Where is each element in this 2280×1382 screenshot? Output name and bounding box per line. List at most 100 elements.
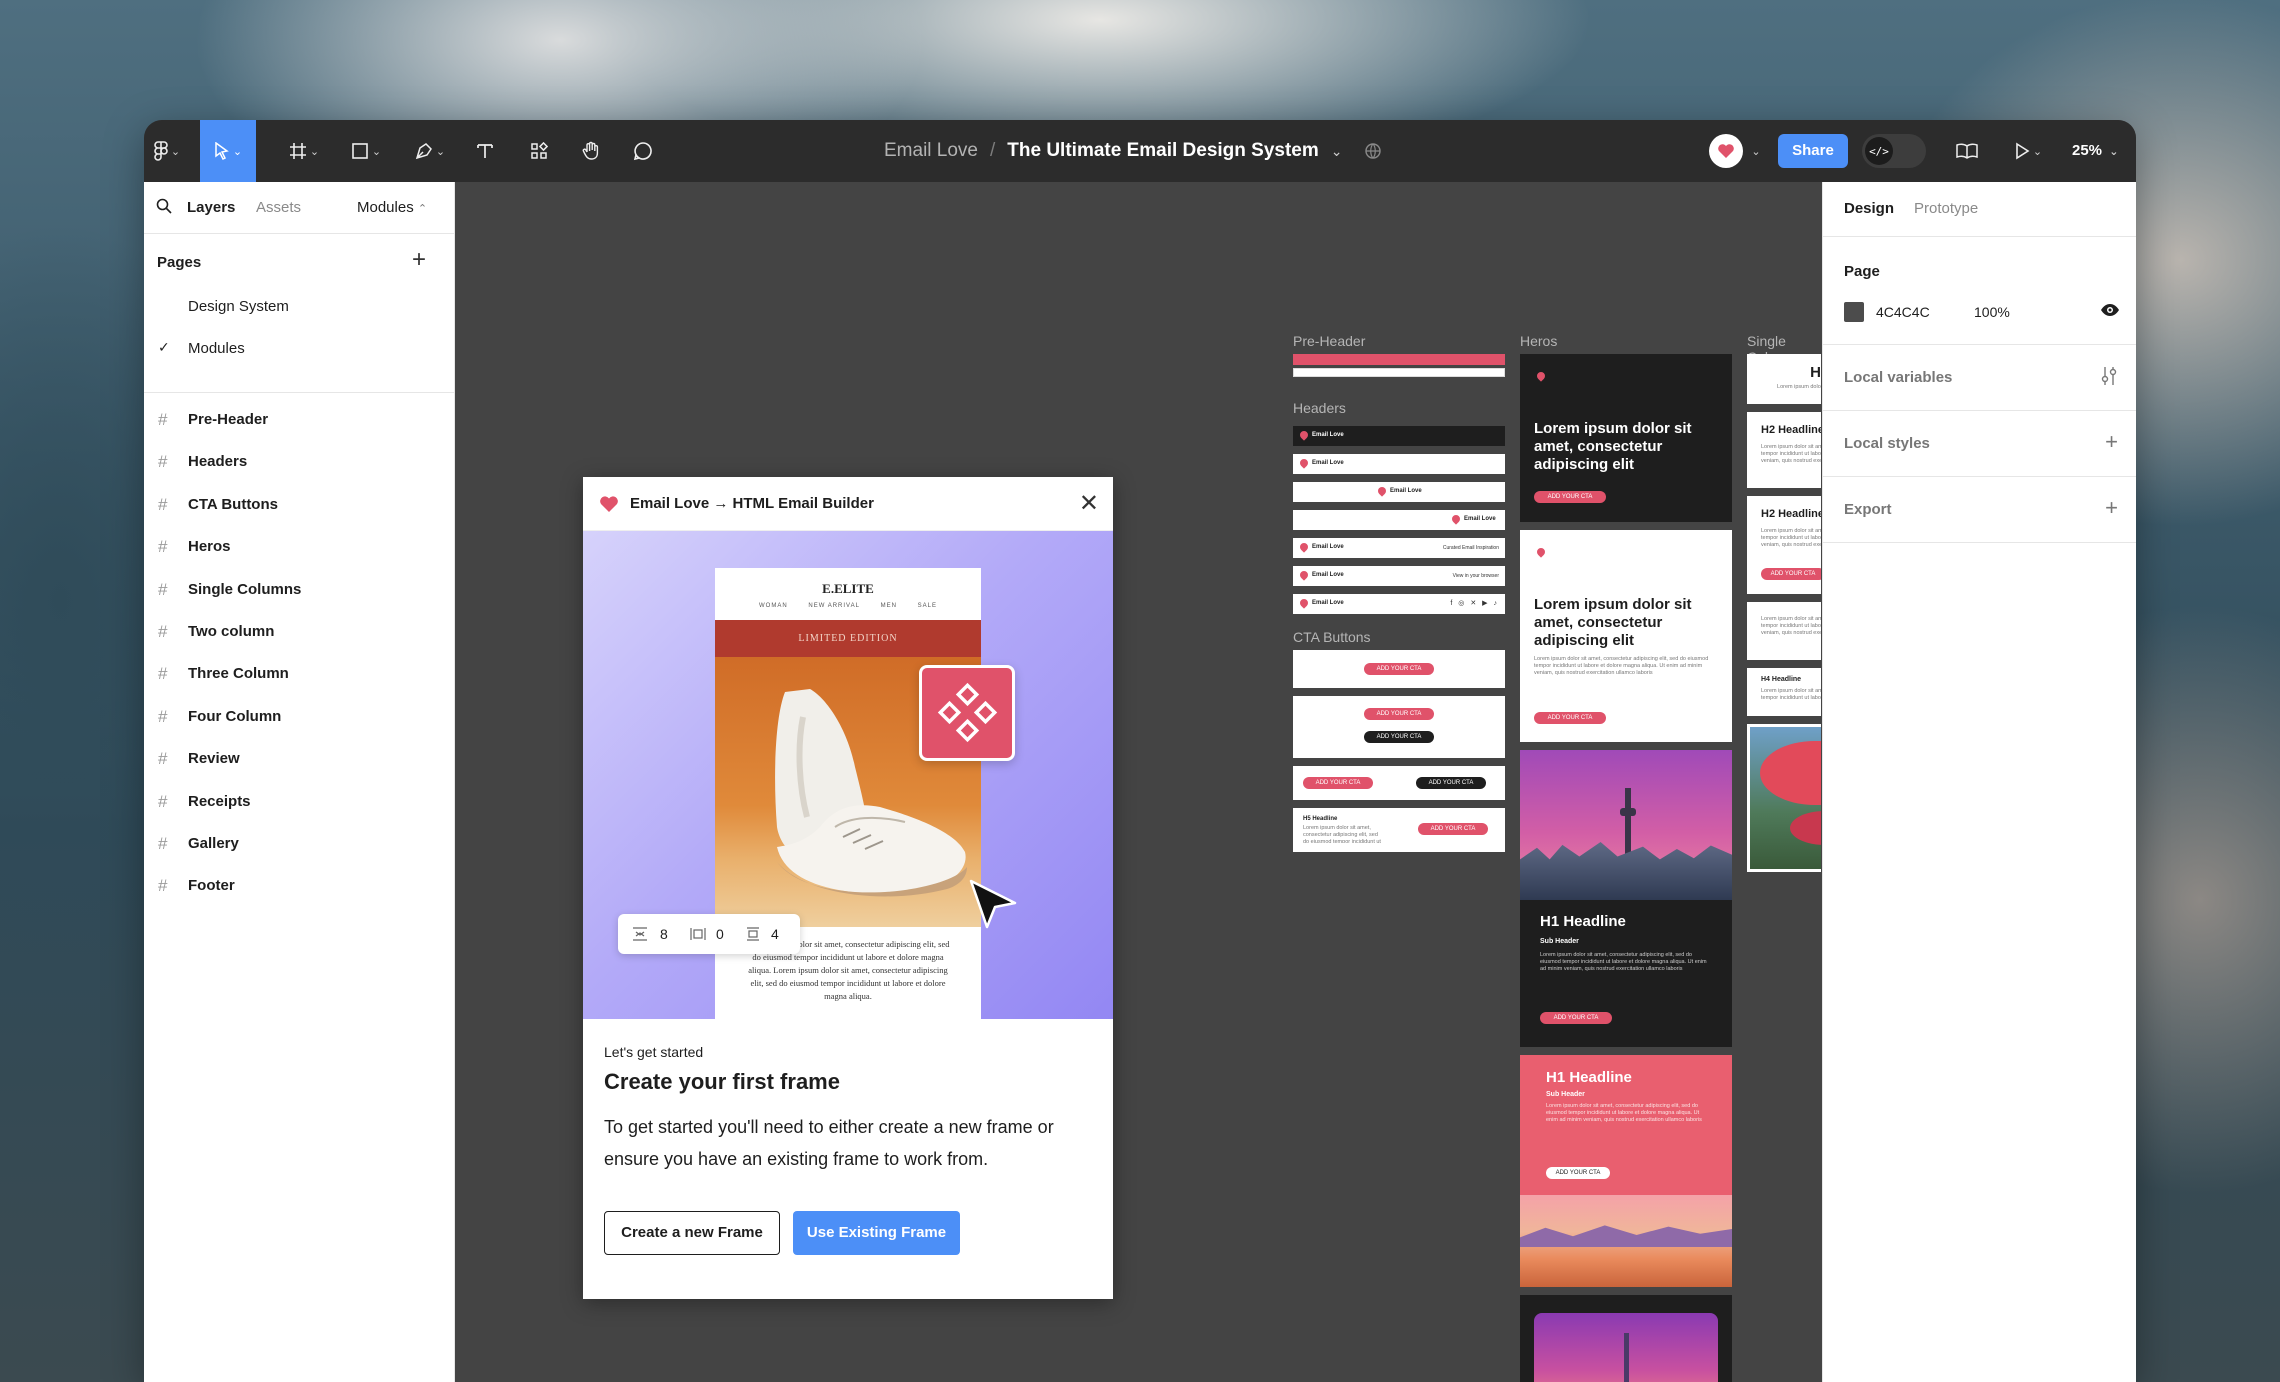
layer-four-column[interactable]: # Four Column [144,696,454,738]
layer-label: Four Column [188,707,282,725]
dev-mode-toggle[interactable]: </> [1862,134,1926,168]
header-thumb[interactable]: Email Love Curated Email Inspiration [1293,538,1505,558]
header-thumb[interactable]: Email Love View in your browser [1293,566,1505,586]
tab-layers[interactable]: Layers [187,199,235,216]
single-column-thumb[interactable]: H4 Headline Lorem ipsum dolor sit amet, … [1747,668,1821,716]
pre-header-thumb-pink[interactable] [1293,354,1505,365]
frame-label-pre-header[interactable]: Pre-Header [1293,333,1365,349]
share-button[interactable]: Share [1778,134,1848,168]
layer-heros[interactable]: # Heros [144,526,454,568]
padding-icon [690,927,706,944]
frame-icon: # [158,410,168,429]
add-page-icon[interactable]: + [412,246,426,274]
single-column-thumb[interactable]: Lorem ipsum dolor sit amet, consectetur … [1747,602,1821,660]
hero-thumb-desert[interactable]: H1 Headline Sub Header Lorem ipsum dolor… [1520,1055,1732,1287]
figma-menu-icon[interactable]: ⌄ [150,120,184,182]
cta-thumb[interactable]: ADD YOUR CTA ADD YOUR CTA [1293,696,1505,758]
text-tool-icon[interactable] [470,120,500,182]
tab-assets[interactable]: Assets [256,199,301,216]
page-color-opacity[interactable]: 100% [1974,304,2010,320]
present-icon[interactable]: ⌄ [2008,120,2048,182]
pre-header-thumb-white[interactable] [1293,368,1505,377]
single-column-thumb[interactable]: H1 Headline Lorem ipsum dolor sit amet, … [1747,354,1821,404]
single-column-thumb[interactable]: H2 Headline Lorem ipsum dolor sit amet, … [1747,496,1821,594]
tree-shape [1760,741,1821,805]
hand-tool-icon[interactable] [576,120,606,182]
hero-thumb-city[interactable]: H1 Headline Sub Header Lorem ipsum dolor… [1520,750,1732,1047]
canvas[interactable]: Pre-Header Headers CTA Buttons Heros Sin… [456,182,1821,1382]
hero-thumb-light[interactable]: Lorem ipsum dolor sit amet, consectetur … [1520,530,1732,742]
add-style-icon[interactable]: + [2105,429,2118,455]
zoom-value: 25% [2072,142,2103,159]
use-existing-frame-button[interactable]: Use Existing Frame [793,1211,960,1255]
page-color-hex[interactable]: 4C4C4C [1876,304,1930,320]
shape-tool-icon[interactable]: ⌄ [344,120,388,182]
file-title[interactable]: Email Love / The Ultimate Email Design S… [884,120,1343,182]
frame-label-cta-buttons[interactable]: CTA Buttons [1293,629,1371,645]
header-thumb[interactable]: Email Love [1293,482,1505,502]
comment-tool-icon[interactable] [628,120,658,182]
layer-receipts[interactable]: # Receipts [144,781,454,823]
hero-thumb-partial[interactable] [1520,1295,1732,1382]
layer-review[interactable]: # Review [144,738,454,780]
page-item-modules[interactable]: ✓ Modules [144,328,454,370]
export-row[interactable]: Export + [1823,477,2136,542]
cta-thumb[interactable]: ADD YOUR CTA ADD YOUR CTA [1293,766,1505,800]
create-new-frame-button[interactable]: Create a new Frame [604,1211,780,1255]
header-thumb[interactable]: Email Love [1293,454,1505,474]
layer-pre-header[interactable]: # Pre-Header [144,399,454,441]
pen-tool-icon[interactable]: ⌄ [408,120,452,182]
close-icon[interactable]: ✕ [1079,489,1099,518]
layer-label: Headers [188,453,248,471]
globe-icon[interactable] [1358,120,1388,182]
eye-icon[interactable] [2100,303,2120,322]
garden-image-thumb[interactable] [1747,724,1821,872]
local-variables-label: Local variables [1844,369,1953,386]
chevron-down-icon[interactable]: ⌄ [1331,143,1343,160]
tab-design[interactable]: Design [1844,200,1894,217]
move-tool-icon[interactable]: ⌄ [200,120,256,182]
frame-tool-icon[interactable]: ⌄ [282,120,326,182]
email-nav-item: MEN [880,603,897,609]
variables-settings-icon[interactable] [2100,366,2118,392]
layer-single-columns[interactable]: # Single Columns [144,569,454,611]
chevron-up-icon: ⌃ [417,203,428,215]
heart-logo-icon [599,495,619,518]
header-logo-text: Email Love [1312,460,1344,466]
layer-two-column[interactable]: # Two column [144,611,454,653]
page-item-design-system[interactable]: Design System [144,286,454,328]
layer-cta-buttons[interactable]: # CTA Buttons [144,484,454,526]
plugin-avatar-icon[interactable]: ⌄ [1700,120,1770,182]
modal-hero-illustration: E.ELITE WOMAN NEW ARRIVAL MEN SALE LIMIT… [583,531,1113,1019]
left-panel-tabs: Layers Assets Modules ⌃ [144,182,454,234]
export-label: Export [1844,501,1892,518]
header-thumb[interactable]: Email Love [1293,426,1505,446]
header-thumb[interactable]: Email Love [1293,510,1505,530]
project-name[interactable]: Email Love [884,140,978,162]
search-icon[interactable] [156,198,172,218]
frame-label-heros[interactable]: Heros [1520,333,1557,349]
library-icon[interactable] [1950,120,1984,182]
header-thumb[interactable]: Email Love f ◎ ✕ ▶ ♪ [1293,594,1505,614]
local-styles-row[interactable]: Local styles + [1823,411,2136,476]
layer-gallery[interactable]: # Gallery [144,823,454,865]
header-logo-text: Email Love [1390,488,1422,494]
heart-logo-icon [1377,487,1387,496]
single-column-thumb[interactable]: H2 Headline Lorem ipsum dolor sit amet, … [1747,412,1821,488]
layer-footer[interactable]: # Footer [144,865,454,907]
cta-thumb[interactable]: H5 Headline Lorem ipsum dolor sit amet, … [1293,808,1505,852]
add-export-icon[interactable]: + [2105,495,2118,521]
frame-label-headers[interactable]: Headers [1293,400,1346,416]
hero-thumb-dark[interactable]: Lorem ipsum dolor sit amet, consectetur … [1520,354,1732,522]
page-selector[interactable]: Modules ⌃ [357,199,427,216]
layer-three-column[interactable]: # Three Column [144,653,454,695]
cta-thumb[interactable]: ADD YOUR CTA [1293,650,1505,688]
resources-icon[interactable] [524,120,554,182]
layer-headers[interactable]: # Headers [144,441,454,483]
heart-logo-icon [1299,543,1309,552]
local-variables-row[interactable]: Local variables [1823,345,2136,410]
tab-prototype[interactable]: Prototype [1914,200,1978,217]
file-name[interactable]: The Ultimate Email Design System [1007,140,1319,162]
zoom-level[interactable]: 25% ⌄ [2072,120,2118,182]
page-color-swatch[interactable] [1844,302,1864,322]
